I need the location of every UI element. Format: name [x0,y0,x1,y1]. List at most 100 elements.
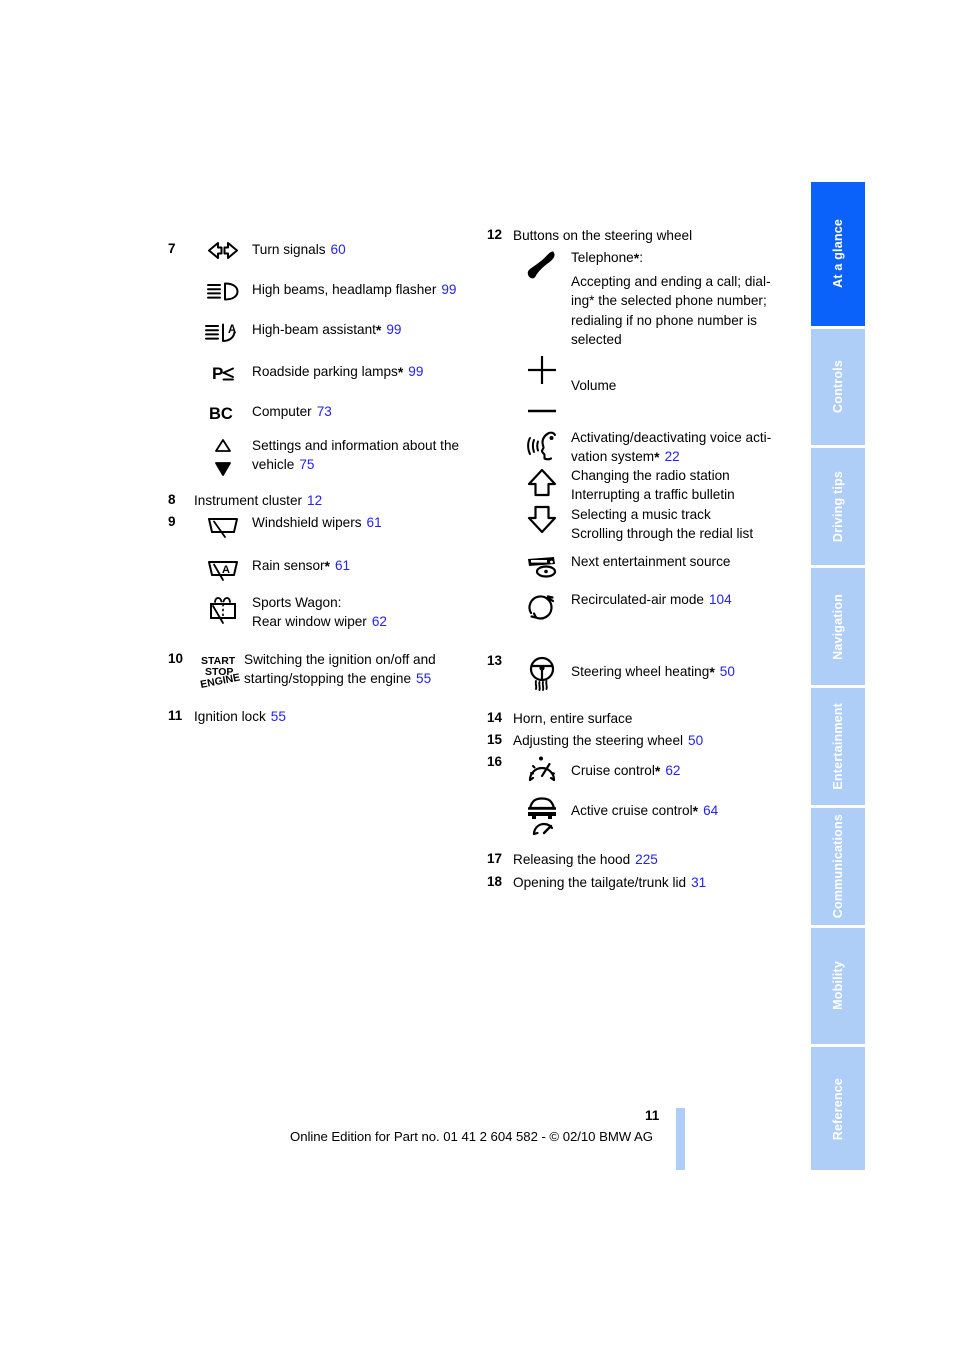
entry-text: Sports Wagon: Rear window wiper 62 [252,593,387,632]
entry-text: Changing the radio station Interrupting … [571,466,753,543]
footer-copyright: Online Edition for Part no. 01 41 2 604 … [290,1129,653,1144]
entry-label: Windshield wipers [252,515,362,530]
entry-label-line2-text: Rear window wiper [252,614,367,630]
bc-computer-icon: BC [194,402,252,423]
page-ref: 99 [408,364,424,379]
item-number: 16 [487,754,503,769]
sidebar-tab-label: Controls [831,360,845,414]
sidebar-tab-reference[interactable]: Reference [811,1047,865,1171]
entry-label-line1: Settings and information about the [252,438,460,453]
entry-text: Roadside parking lamps* 99 [252,362,423,382]
entry-text: High beams, headlamp flasher 99 [252,280,457,299]
list-item: High beams, headlamp flasher 99 [168,280,457,303]
option-star: * [709,664,715,680]
entry-label: Ignition lock [194,709,266,724]
entry-label: Releasing the hood [513,852,631,867]
sidebar-tab-entertainment[interactable]: Entertainment [811,687,865,805]
entry-text: High-beam assistant* 99 [252,320,402,340]
item-number: 12 [487,227,503,242]
entry-text: Volume [571,348,616,395]
active-cruise-control-icon [513,793,571,840]
list-item: 11 Ignition lock 55 [168,707,286,726]
turn-signals-icon [194,240,252,260]
page-ref: 64 [703,803,719,818]
list-item: 16 Cruise control* 62 [487,753,680,788]
entry-label: Roadside parking lamps [252,364,398,379]
sidebar-tab-mobility[interactable]: Mobility [811,927,865,1045]
entry-label-line2-text: starting/stopping the engine [244,671,412,687]
entry-label-line2: vehicle 75 [252,455,459,474]
sidebar-tab-label: Navigation [831,593,845,660]
recirculated-air-icon [513,590,571,623]
page-ref: 55 [270,709,286,724]
arrow-line-4: Scrolling through the redial list [571,525,754,541]
sidebar-tab-navigation[interactable]: Navigation [811,568,865,685]
entry-text: Settings and information about the vehic… [252,436,459,475]
entry-text: Recirculated-air mode 104 [571,590,732,609]
list-item: 8 Instrument cluster 12 [168,491,322,510]
page-ref: 22 [664,449,680,465]
sidebar-tab-at-a-glance[interactable]: At a glance [811,182,865,326]
sidebar-tab-label: Communications [831,814,845,919]
voice-activation-icon [513,428,571,463]
sidebar-tab-driving-tips[interactable]: Driving tips [811,448,865,566]
page-ref: 61 [335,558,351,573]
page-ref: 99 [441,282,457,297]
entry-label-line1: Switching the ignition on/off and [244,652,436,667]
list-item: BC Computer 73 [168,402,332,423]
option-star: * [654,763,661,779]
sidebar-tab-label: Entertainment [831,702,845,790]
entry-text: Switching the ignition on/off and starti… [244,650,436,689]
page-ref: 61 [366,515,382,530]
entry-label: Computer [252,404,312,419]
list-item: Changing the radio station Interrupting … [487,466,753,543]
desc-line-2: ing* the selected phone number; [571,293,767,309]
steering-wheel-heating-icon [513,652,571,695]
page-ref: 60 [330,242,346,257]
sidebar-tab-communications[interactable]: Communications [811,807,865,925]
option-star: * [692,803,699,819]
item-number: 15 [487,732,503,747]
entry-label: High beams, headlamp flasher [252,282,437,297]
entry-label-line2: Rear window wiper 62 [252,612,387,631]
page-ref: 73 [316,404,332,419]
arrow-line-3: Selecting a music track [571,506,711,522]
rear-window-wiper-icon [194,593,252,628]
entry-label: Instrument cluster [194,493,303,508]
telephone-description: Accepting and ending a call; dial- ing* … [571,272,771,349]
high-beam-assistant-icon: A [194,320,252,345]
entry-title: Telephone [571,250,634,265]
entry-label-line1: Sports Wagon: [252,595,342,610]
entry-label: Cruise control [571,763,655,778]
sidebar-tab-controls[interactable]: Controls [811,328,865,446]
list-item: 9 Windshield wipers 61 [168,513,382,540]
list-item: Active cruise control* 64 [487,793,718,840]
arrow-line-1: Changing the radio station [571,468,730,483]
page-ref: 55 [416,671,432,687]
item-number: 14 [487,710,503,725]
page-ref: 50 [719,664,735,679]
page-ref: 62 [371,614,387,630]
entry-label: Opening the tailgate/trunk lid [513,875,687,890]
page-ref: 99 [386,322,402,337]
item-number: 9 [168,514,176,529]
entry-text: Active cruise control* 64 [571,793,718,821]
entry-label: Rain sensor [252,558,325,573]
entry-text: Activating/deactivating voice acti- vati… [571,428,771,468]
page-ref: 62 [665,763,681,778]
item-number: 7 [168,241,176,256]
manual-page: 7 Turn signals 60 High beams, headlamp f… [0,0,954,1350]
desc-line-1: Accepting and ending a call; dial- [571,274,771,289]
entry-label-line2-text: vation system [571,449,655,465]
list-item: 15 Adjusting the steering wheel 50 [487,731,703,750]
list-item: 17 Releasing the hood 225 [487,850,658,869]
list-item: Settings and information about the vehic… [168,436,459,479]
desc-line-4: selected [571,331,622,347]
sidebar-tab-label: Mobility [831,961,845,1011]
list-item: Volume [487,348,616,419]
entry-label: Adjusting the steering wheel [513,733,684,748]
list-item: 18 Opening the tailgate/trunk lid 31 [487,873,706,892]
sidebar-tab-label: Driving tips [831,471,845,543]
svg-text:P: P [212,364,223,383]
entry-label: Turn signals [252,242,326,257]
